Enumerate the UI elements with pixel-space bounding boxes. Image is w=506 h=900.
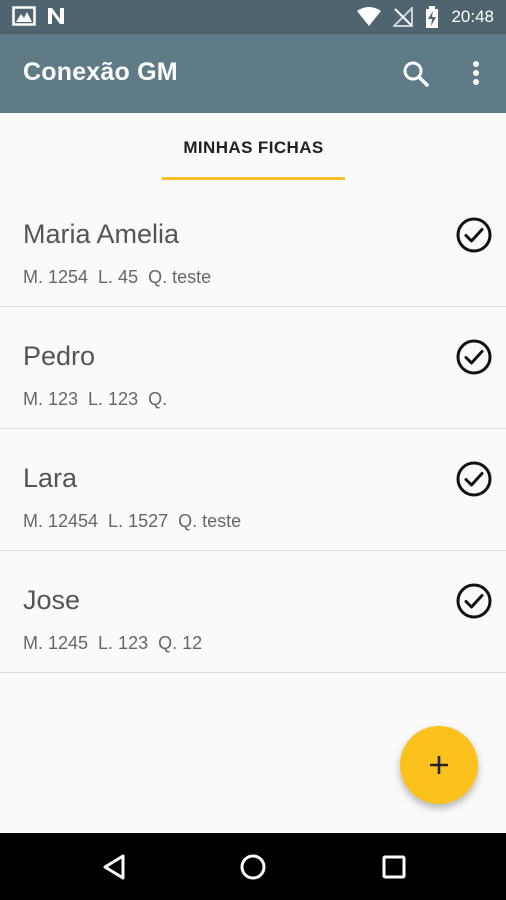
back-button[interactable] [94,847,134,887]
tab-label: MINHAS FICHAS [183,138,324,157]
more-vert-icon [473,61,479,85]
signal-icon [393,7,414,27]
add-ficha-button[interactable] [400,726,478,804]
check-circle-icon[interactable] [455,338,493,376]
tab-bar: MINHAS FICHAS [0,113,506,185]
system-nav-bar [0,833,506,900]
ficha-name: Maria Amelia [23,219,180,249]
recents-button[interactable] [374,847,414,887]
recents-icon [382,855,406,879]
tab-minhas-fichas[interactable]: MINHAS FICHAS [162,113,345,185]
check-circle-icon[interactable] [455,582,493,620]
home-button[interactable] [233,847,273,887]
back-icon [103,854,125,880]
ficha-name: Pedro [23,341,96,371]
list-item[interactable]: Jose M. 1245 L. 123 Q. 12 [0,551,506,673]
overflow-menu-button[interactable] [462,56,490,92]
battery-charging-icon [426,6,439,28]
home-icon [240,854,266,880]
ficha-name: Jose [23,585,81,615]
fichas-list: Maria Amelia M. 1254 L. 45 Q. teste Pedr… [0,185,506,673]
status-bar-notifications [12,6,66,26]
check-circle-icon[interactable] [455,460,493,498]
status-time: 20:48 [451,7,494,26]
ficha-details: M. 1245 L. 123 Q. 12 [23,633,203,653]
n-notification-icon [48,8,64,24]
check-circle-icon[interactable] [455,216,493,254]
status-bar: 20:48 [0,0,506,34]
ficha-details: M. 12454 L. 1527 Q. teste [23,511,242,531]
list-item[interactable]: Pedro M. 123 L. 123 Q. [0,307,506,429]
plus-icon [430,756,448,774]
ficha-details: M. 1254 L. 45 Q. teste [23,267,212,287]
wifi-icon [357,7,382,26]
app-title: Conexão GM [23,58,178,86]
tab-indicator [162,177,345,180]
search-icon [403,61,429,87]
gallery-notification-icon [12,6,36,26]
app-bar: Conexão GM [0,34,506,113]
list-item[interactable]: Lara M. 12454 L. 1527 Q. teste [0,429,506,551]
ficha-details: M. 123 L. 123 Q. [23,389,168,409]
list-item[interactable]: Maria Amelia M. 1254 L. 45 Q. teste [0,185,506,307]
status-bar-system: 20:48 [357,0,494,34]
ficha-name: Lara [23,463,78,493]
search-button[interactable] [398,56,434,92]
